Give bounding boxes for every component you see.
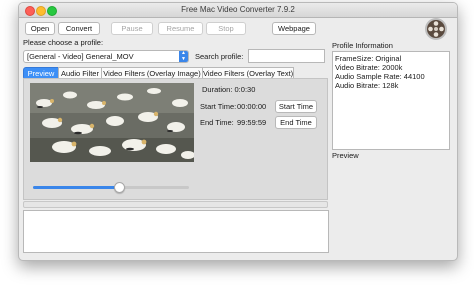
search-profile-input[interactable] [248, 49, 325, 63]
pause-button[interactable]: Pause [111, 22, 153, 35]
profile-information-box: FrameSize: Original Video Bitrate: 2000k… [332, 51, 450, 150]
info-line: Video Bitrate: 2000k [335, 63, 403, 72]
info-line: Audio Bitrate: 128k [335, 81, 399, 90]
seek-slider-knob[interactable] [113, 182, 125, 193]
app-window: Free Mac Video Converter 7.9.2 Open Conv… [18, 2, 458, 261]
open-button[interactable]: Open [25, 22, 55, 35]
convert-button[interactable]: Convert [58, 22, 100, 35]
end-time-value: 99:59:59 [237, 118, 267, 127]
resume-button[interactable]: Resume [158, 22, 203, 35]
conversion-progress-bar [23, 201, 328, 208]
preview-label: Preview [332, 151, 359, 160]
chevron-updown-icon: ▲ ▼ [179, 50, 188, 62]
info-line: Audio Sample Rate: 44100 [335, 72, 425, 81]
end-time-label: End Time: [200, 118, 234, 127]
start-time-button[interactable]: Start Time [275, 100, 317, 113]
stop-button[interactable]: Stop [206, 22, 246, 35]
start-time-label: Start Time: [200, 102, 237, 111]
start-time-value: 00:00:00 [237, 102, 267, 111]
video-preview-image [30, 83, 194, 162]
profile-selected-value: [General - Video] General_MOV [27, 52, 134, 61]
end-time-button[interactable]: End Time [275, 116, 317, 129]
window-title: Free Mac Video Converter 7.9.2 [181, 5, 295, 14]
profile-information-label: Profile Information [332, 41, 393, 50]
seek-slider-fill [33, 186, 119, 189]
profile-label: Please choose a profile: [23, 38, 104, 47]
webpage-button[interactable]: Webpage [272, 22, 316, 35]
title-bar[interactable]: Free Mac Video Converter 7.9.2 [19, 3, 457, 18]
seek-slider[interactable] [33, 186, 189, 189]
log-textarea[interactable] [23, 210, 329, 253]
info-line: FrameSize: Original [335, 54, 402, 63]
search-profile-label: Search profile: [195, 52, 244, 61]
film-reel-icon [425, 18, 447, 40]
duration-text: Duration: 0:0:30 [202, 85, 256, 94]
profile-select[interactable]: [General - Video] General_MOV ▲ ▼ [23, 50, 189, 63]
